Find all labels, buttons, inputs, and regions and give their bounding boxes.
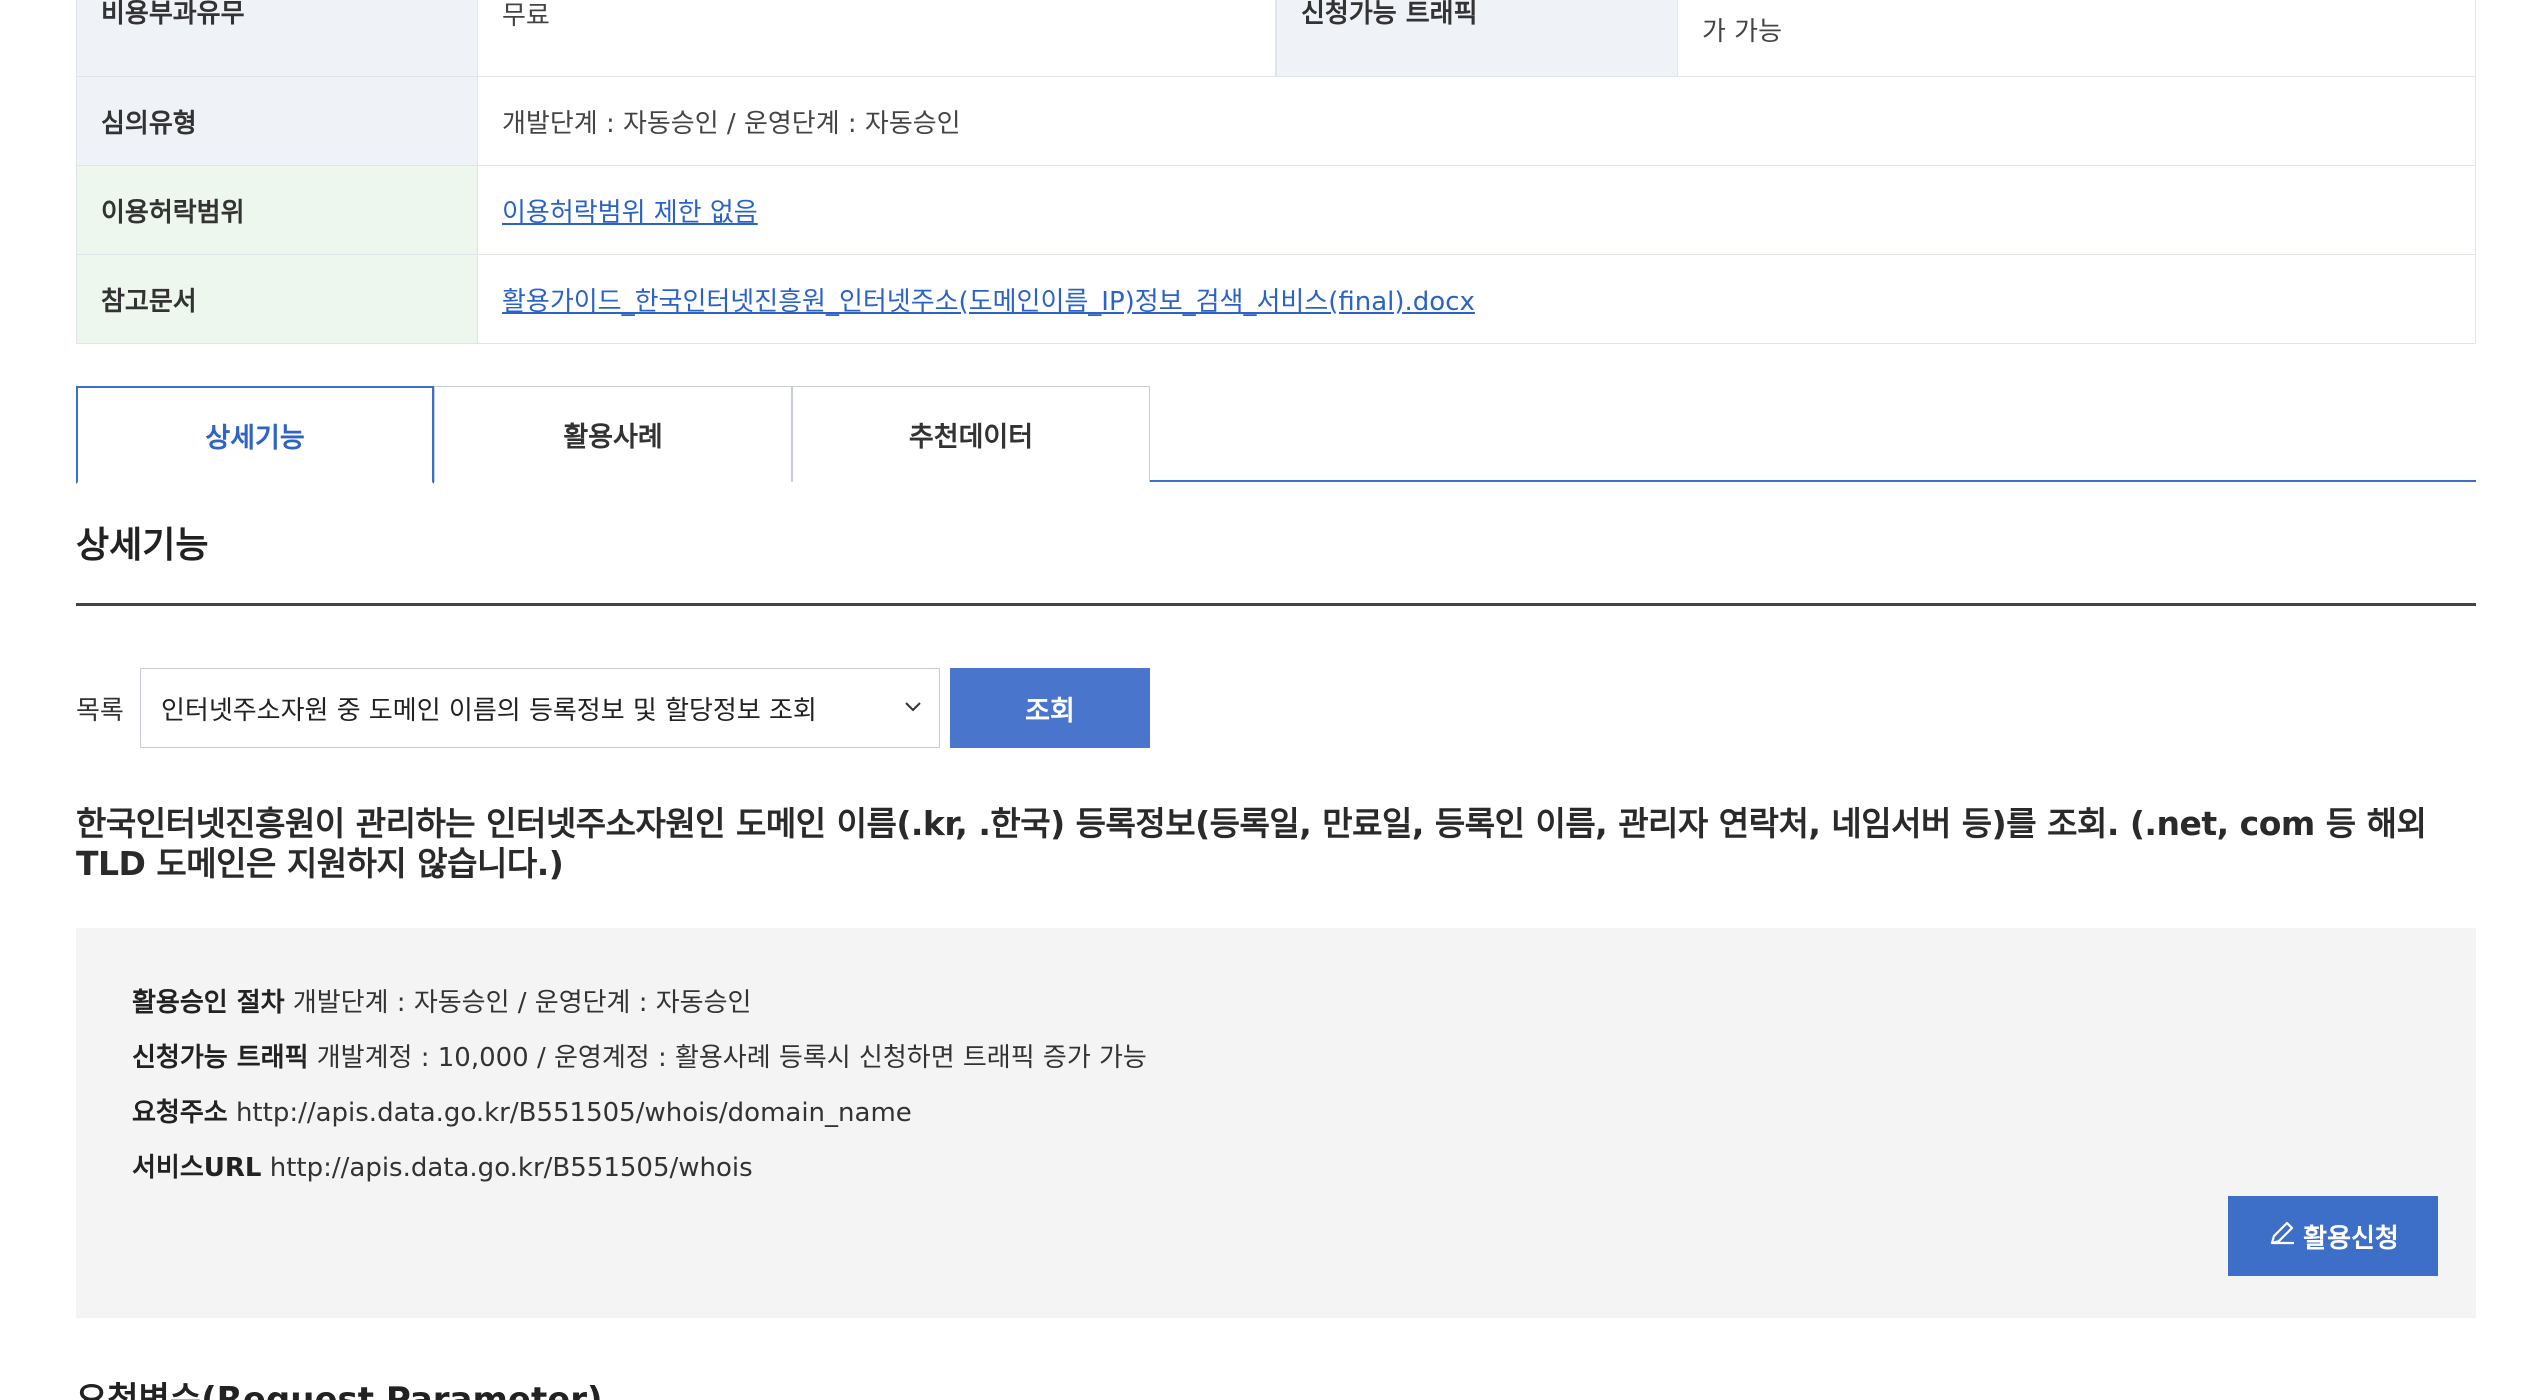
operation-select-value: 인터넷주소자원 중 도메인 이름의 등록정보 및 할당정보 조회 [161, 695, 817, 726]
license-scope-cell: 이용허락범위 제한 없음 [478, 166, 2476, 254]
request-address-value: http://apis.data.go.kr/B551505/whois/dom… [235, 1098, 912, 1128]
apply-button-label: 활용신청 [2303, 1223, 2399, 1254]
service-url-label: 서비스URL [132, 1153, 262, 1183]
tab-detail-functions[interactable]: 상세기능 [76, 386, 434, 484]
tab-use-cases[interactable]: 활용사례 [434, 386, 792, 482]
list-label: 목록 [76, 696, 124, 726]
cost-label: 비용부과유무 [76, 0, 478, 76]
reference-doc-cell: 활용가이드_한국인터넷진흥원_인터넷주소(도메인이름_IP)정보_검색_서비스(… [478, 255, 2476, 343]
request-parameter-title: 요청변수(Request Parameter) [76, 1380, 603, 1400]
request-address-label: 요청주소 [132, 1098, 228, 1128]
approval-process-label: 활용승인 절차 [132, 988, 285, 1018]
operation-description: 한국인터넷진흥원이 관리하는 인터넷주소자원인 도메인 이름(.kr, .한국)… [76, 804, 2427, 883]
traffic-label: 신청가능 트래픽 [1276, 0, 1678, 76]
table-row: 심의유형 개발단계 : 자동승인 / 운영단계 : 자동승인 [76, 77, 2476, 166]
tab-recommended-data[interactable]: 추천데이터 [792, 386, 1150, 482]
section-divider [76, 603, 2476, 606]
pencil-icon [2267, 1218, 2297, 1255]
query-button[interactable]: 조회 [950, 668, 1150, 748]
available-traffic-value: 개발계정 : 10,000 / 운영계정 : 활용사례 등록시 신청하면 트래픽… [316, 1043, 1147, 1073]
available-traffic: 신청가능 트래픽 개발계정 : 10,000 / 운영계정 : 활용사례 등록시… [132, 1037, 1147, 1074]
section-title: 상세기능 [76, 525, 209, 566]
license-scope-label: 이용허락범위 [76, 166, 478, 254]
tab-bar: 상세기능 활용사례 추천데이터 [76, 386, 2476, 484]
review-type-value: 개발단계 : 자동승인 / 운영단계 : 자동승인 [478, 77, 2476, 165]
service-url-value: http://apis.data.go.kr/B551505/whois [269, 1153, 753, 1183]
chevron-down-icon [899, 693, 927, 721]
license-scope-link[interactable]: 이용허락범위 제한 없음 [502, 192, 758, 229]
request-address: 요청주소 http://apis.data.go.kr/B551505/whoi… [132, 1092, 912, 1129]
review-type-label: 심의유형 [76, 77, 478, 165]
table-row: 비용부과유무 무료 신청가능 트래픽 가 가능 [76, 0, 2476, 77]
traffic-value: 가 가능 [1678, 0, 2476, 76]
apply-button[interactable]: 활용신청 [2228, 1196, 2438, 1276]
operation-select[interactable]: 인터넷주소자원 중 도메인 이름의 등록정보 및 할당정보 조회 [140, 668, 940, 748]
available-traffic-label: 신청가능 트래픽 [132, 1043, 309, 1073]
table-row: 참고문서 활용가이드_한국인터넷진흥원_인터넷주소(도메인이름_IP)정보_검색… [76, 255, 2476, 344]
table-row: 이용허락범위 이용허락범위 제한 없음 [76, 166, 2476, 255]
approval-process: 활용승인 절차 개발단계 : 자동승인 / 운영단계 : 자동승인 [132, 982, 751, 1019]
approval-process-value: 개발단계 : 자동승인 / 운영단계 : 자동승인 [292, 988, 752, 1018]
reference-doc-label: 참고문서 [76, 255, 478, 343]
info-table: 비용부과유무 무료 신청가능 트래픽 가 가능 심의유형 개발단계 : 자동승인… [76, 0, 2476, 344]
reference-doc-link[interactable]: 활용가이드_한국인터넷진흥원_인터넷주소(도메인이름_IP)정보_검색_서비스(… [502, 281, 1475, 318]
cost-value: 무료 [478, 0, 1276, 76]
service-url: 서비스URL http://apis.data.go.kr/B551505/wh… [132, 1147, 753, 1184]
